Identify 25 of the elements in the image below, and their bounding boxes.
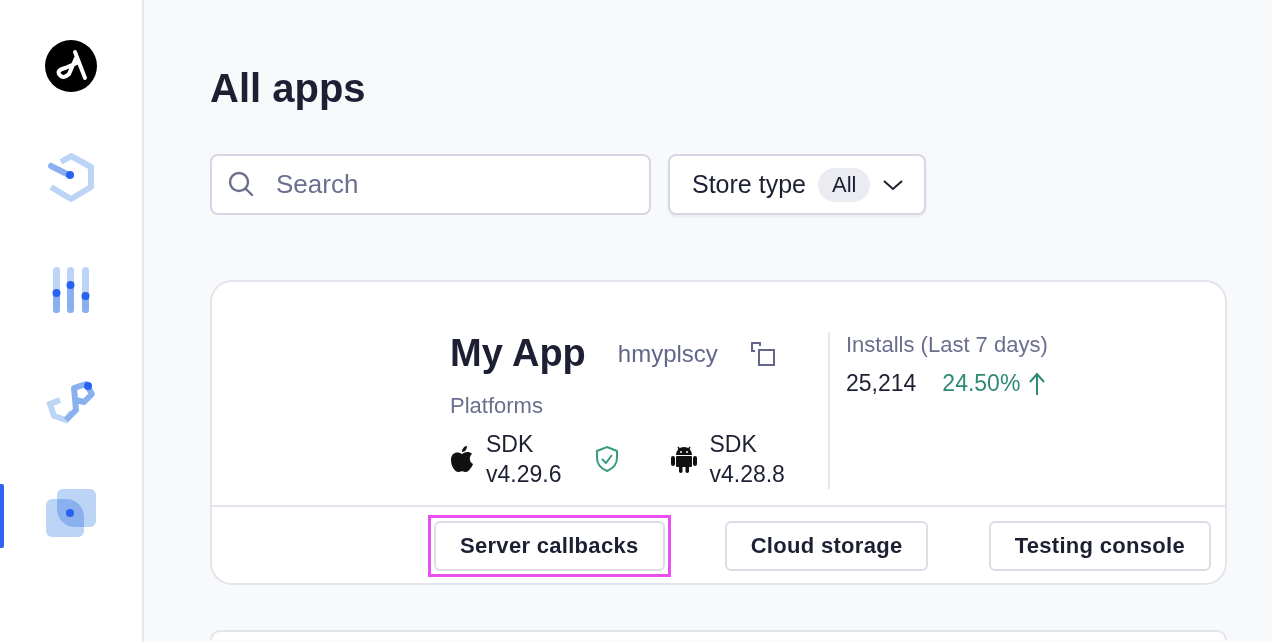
squares-icon[interactable] <box>46 489 96 539</box>
action-button[interactable]: Cloud storage <box>724 521 929 571</box>
platforms-label: Platforms <box>450 393 543 419</box>
action-button[interactable]: Server callbacks <box>434 521 665 571</box>
android-icon <box>671 445 698 473</box>
sdk-version: SDK v4.29.6 <box>486 430 562 489</box>
action-button[interactable]: Testing console <box>988 521 1211 571</box>
app-name: My App <box>450 332 586 375</box>
search-field[interactable]: Search <box>210 154 651 215</box>
store-type-value: All <box>817 167 871 202</box>
hexagon-icon[interactable] <box>47 153 95 203</box>
sdk-version: SDK v4.28.8 <box>709 430 785 489</box>
chain-icon[interactable] <box>46 378 96 426</box>
installs-label: Installs (Last 7 days) <box>846 332 1048 358</box>
logo-icon[interactable] <box>45 40 97 92</box>
chevron-down-icon <box>882 178 905 191</box>
store-type-dropdown[interactable]: Store type All <box>668 154 927 215</box>
installs-change: 24.50% <box>942 370 1021 397</box>
arrow-up-icon <box>1028 371 1047 396</box>
page-title: All apps <box>210 65 366 112</box>
app-id: hmyplscy <box>617 339 718 368</box>
copy-icon[interactable] <box>749 340 776 367</box>
apple-icon <box>450 445 474 473</box>
installs-count: 25,214 <box>846 370 917 397</box>
search-icon <box>228 171 254 197</box>
